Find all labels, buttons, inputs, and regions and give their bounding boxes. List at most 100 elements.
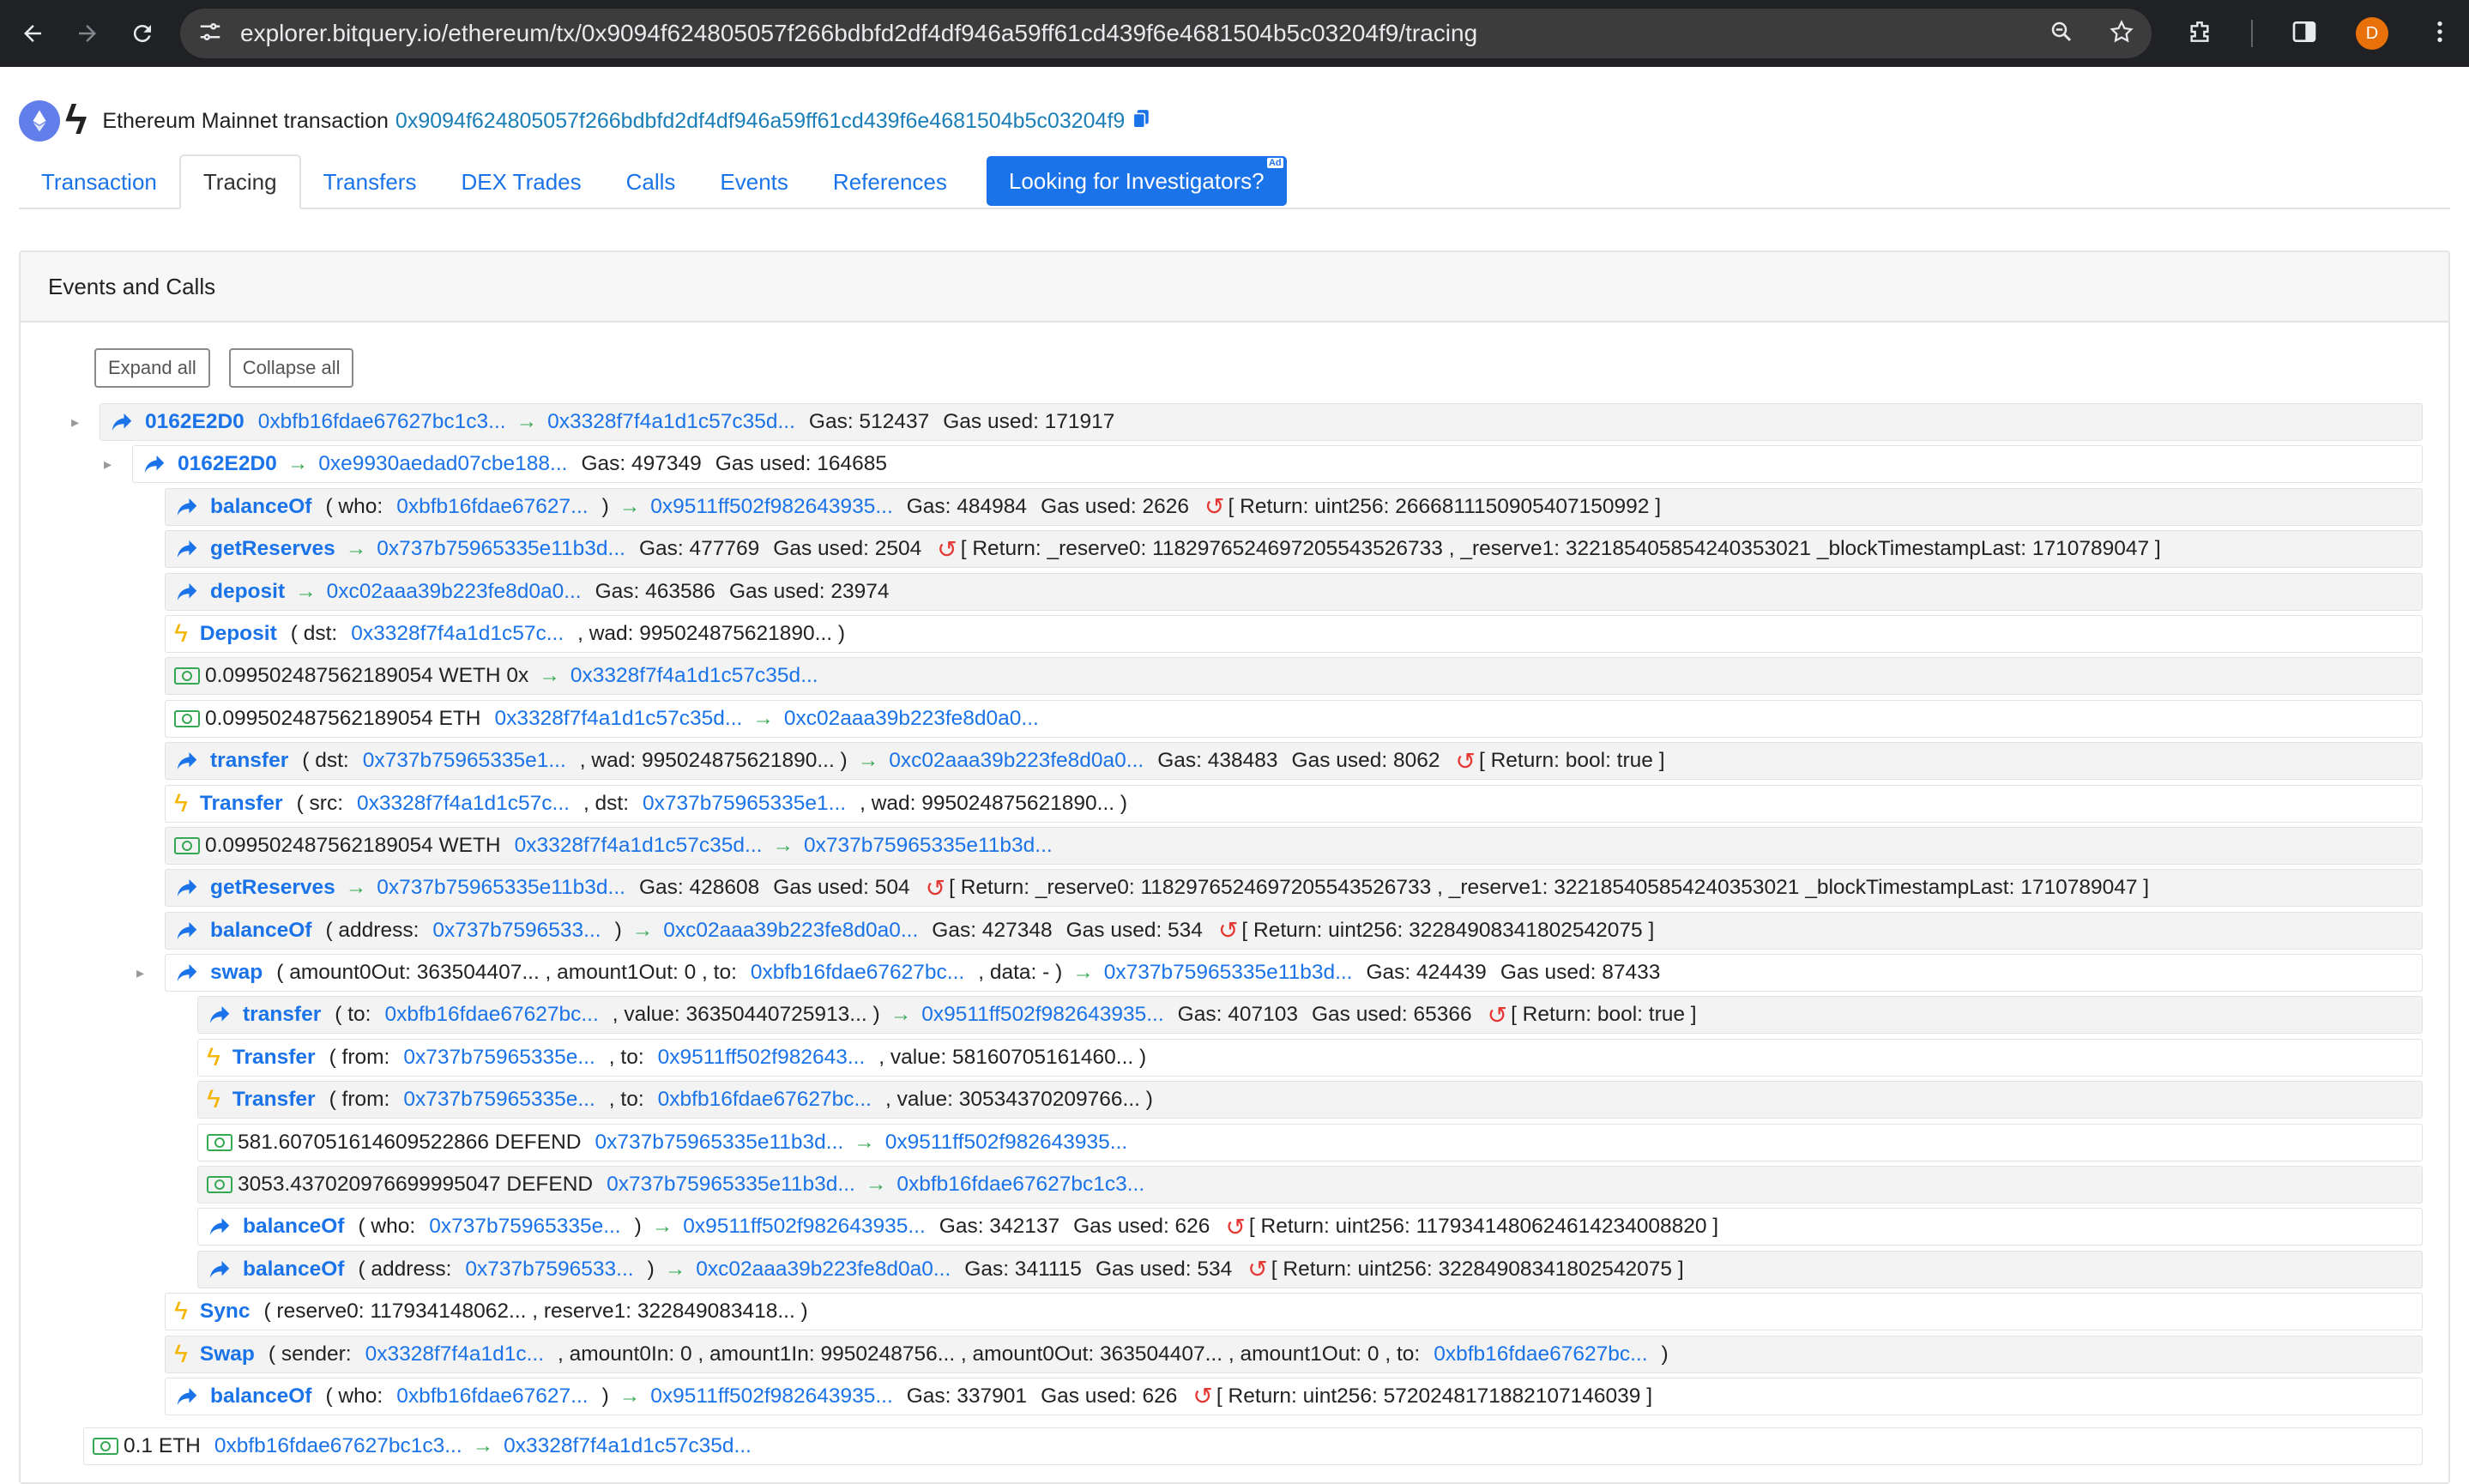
method-name-link[interactable]: balanceOf <box>210 495 311 519</box>
trace-transfer-row[interactable]: 0.099502487562189054 ETH 0x3328f7f4a1d1c5… <box>165 699 2423 738</box>
method-name-link[interactable]: 0162E2D0 <box>178 452 277 476</box>
menu-kebab-icon[interactable] <box>2426 18 2454 50</box>
trace-transfer-row[interactable]: 0.099502487562189054 WETH 0x → 0x3328f7f4a… <box>165 657 2423 696</box>
address-link[interactable]: 0xbfb16fdae67627... <box>396 1384 588 1409</box>
bookmark-star-icon[interactable] <box>2109 19 2134 49</box>
method-name-link[interactable]: transfer <box>243 1003 321 1027</box>
address-link[interactable]: 0x9511ff502f982643935... <box>921 1003 1163 1027</box>
expand-caret-icon[interactable]: ▸ <box>136 964 144 982</box>
address-link[interactable]: 0x9511ff502f982643935... <box>650 1384 892 1409</box>
expand-caret-icon[interactable]: ▸ <box>71 413 79 431</box>
address-link[interactable]: 0xbfb16fdae67627bc1c3... <box>214 1434 462 1458</box>
address-link[interactable]: 0x3328f7f4a1d1c57c... <box>357 792 570 816</box>
transaction-hash-link[interactable]: 0x9094f624805057f266bdbfd2df4df946a59ff6… <box>395 109 1125 134</box>
address-link[interactable]: 0x3328f7f4a1d1c57c35d... <box>495 707 743 731</box>
address-link[interactable]: 0xbfb16fdae67627bc... <box>658 1088 872 1112</box>
address-link[interactable]: 0x3328f7f4a1d1c57c35d... <box>504 1434 752 1458</box>
trace-call-row[interactable]: ▸ 0162E2D0 → 0xe9930aedad07cbe188... Gas: 49… <box>104 445 2423 484</box>
address-link[interactable]: 0x737b75965335e11b3d... <box>377 537 625 561</box>
site-settings-icon[interactable] <box>197 19 223 49</box>
trace-event-row[interactable]: ϟ Transfer ( from: 0x737b75965335e... , to: 0… <box>197 1038 2423 1077</box>
method-name-link[interactable]: swap <box>210 961 263 985</box>
address-link[interactable]: 0xc02aaa39b223fe8d0a0... <box>889 749 1144 773</box>
address-link[interactable]: 0xbfb16fdae67627bc1c3... <box>258 410 506 434</box>
method-name-link[interactable]: balanceOf <box>210 919 311 943</box>
trace-call-row[interactable]: balanceOf ( address: 0x737b7596533...) → 0xc… <box>197 1250 2423 1288</box>
trace-event-row[interactable]: ϟ Sync ( reserve0: 117934148062... , reser… <box>165 1293 2423 1331</box>
trace-call-row[interactable]: balanceOf ( who: 0xbfb16fdae67627...) → 0x95… <box>165 487 2423 526</box>
copy-icon[interactable] <box>1125 109 1150 134</box>
method-name-link[interactable]: Transfer <box>232 1088 316 1112</box>
side-panel-icon[interactable] <box>2291 18 2318 50</box>
method-name-link[interactable]: getReserves <box>210 876 335 900</box>
trace-call-row[interactable]: deposit → 0xc02aaa39b223fe8d0a0... Gas: 463… <box>165 572 2423 611</box>
trace-event-row[interactable]: ϟ Deposit ( dst: 0x3328f7f4a1d1c57c... , wad… <box>165 614 2423 653</box>
method-name-link[interactable]: deposit <box>210 580 285 604</box>
trace-call-row[interactable]: ▸ 0162E2D0 0xbfb16fdae67627bc1c3... → 0x3328… <box>71 403 2423 441</box>
address-link[interactable]: 0xc02aaa39b223fe8d0a0... <box>327 580 582 604</box>
address-link[interactable]: 0x9511ff502f982643935... <box>683 1215 925 1239</box>
zoom-icon[interactable] <box>2049 19 2074 49</box>
trace-event-row[interactable]: ϟ Swap ( sender: 0x3328f7f4a1d1c... , amount… <box>165 1335 2423 1373</box>
method-name-link[interactable]: 0162E2D0 <box>145 410 244 434</box>
address-link[interactable]: 0x3328f7f4a1d1c57c35d... <box>547 410 795 434</box>
address-link[interactable]: 0xbfb16fdae67627bc... <box>751 961 964 985</box>
collapse-all-button[interactable]: Collapse all <box>228 348 354 388</box>
address-link[interactable]: 0x737b75965335e11b3d... <box>607 1173 855 1197</box>
address-link[interactable]: 0x9511ff502f982643... <box>658 1046 866 1070</box>
address-link[interactable]: 0xc02aaa39b223fe8d0a0... <box>696 1258 951 1282</box>
method-name-link[interactable]: Swap <box>200 1342 255 1366</box>
trace-call-row[interactable]: balanceOf ( who: 0x737b75965335e...) → 0x951… <box>197 1208 2423 1246</box>
forward-icon[interactable] <box>70 16 105 51</box>
trace-transfer-row[interactable]: 581.607051614609522866 DEFEND 0x737b75965… <box>197 1123 2423 1161</box>
address-link[interactable]: 0x737b75965335e... <box>429 1215 620 1239</box>
extensions-icon[interactable] <box>2186 18 2213 50</box>
tab-transfers[interactable]: Transfers <box>301 156 439 208</box>
tab-calls[interactable]: Calls <box>604 156 698 208</box>
address-link[interactable]: 0x737b75965335e1... <box>363 749 566 773</box>
address-bar[interactable]: explorer.bitquery.io/ethereum/tx/0x9094f… <box>180 9 2152 58</box>
address-link[interactable]: 0x737b75965335e... <box>403 1088 595 1112</box>
trace-call-row[interactable]: transfer ( to: 0xbfb16fdae67627bc... , valu… <box>197 996 2423 1035</box>
method-name-link[interactable]: Sync <box>200 1300 251 1324</box>
method-name-link[interactable]: Deposit <box>200 622 277 646</box>
address-link[interactable]: 0xbfb16fdae67627bc1c3... <box>896 1173 1144 1197</box>
trace-call-row[interactable]: balanceOf ( who: 0xbfb16fdae67627...) → 0x95… <box>165 1377 2423 1415</box>
address-link[interactable]: 0x737b75965335e11b3d... <box>804 834 1053 858</box>
address-link[interactable]: 0x3328f7f4a1d1c57c35d... <box>515 834 763 858</box>
address-link[interactable]: 0x3328f7f4a1d1c... <box>365 1342 544 1366</box>
method-name-link[interactable]: getReserves <box>210 537 335 561</box>
address-link[interactable]: 0xbfb16fdae67627bc... <box>384 1003 598 1027</box>
trace-call-row[interactable]: getReserves → 0x737b75965335e11b3d... Gas: … <box>165 869 2423 908</box>
trace-call-row[interactable]: transfer ( dst: 0x737b75965335e1... , wad: … <box>165 742 2423 781</box>
address-link[interactable]: 0x737b7596533... <box>465 1258 633 1282</box>
tab-tracing[interactable]: Tracing <box>178 154 301 209</box>
address-link[interactable]: 0x737b75965335e... <box>403 1046 595 1070</box>
address-link[interactable]: 0x737b75965335e11b3d... <box>595 1131 843 1155</box>
trace-event-row[interactable]: ϟ Transfer ( src: 0x3328f7f4a1d1c57c... , ds… <box>165 784 2423 823</box>
url-text[interactable]: explorer.bitquery.io/ethereum/tx/0x9094f… <box>240 20 2049 47</box>
trace-call-row[interactable]: ▸ swap ( amount0Out: 363504407... , amount… <box>136 954 2423 992</box>
tab-events[interactable]: Events <box>697 156 811 208</box>
trace-transfer-row[interactable]: 0.099502487562189054 WETH 0x3328f7f4a1d1c… <box>165 826 2423 865</box>
method-name-link[interactable]: Transfer <box>200 792 283 816</box>
tab-transaction[interactable]: Transaction <box>19 156 179 208</box>
tab-dex-trades[interactable]: DEX Trades <box>438 156 603 208</box>
address-link[interactable]: 0x737b75965335e11b3d... <box>1104 961 1353 985</box>
address-link[interactable]: 0x3328f7f4a1d1c57c35d... <box>570 664 818 688</box>
trace-call-row[interactable]: getReserves → 0x737b75965335e11b3d... Gas: … <box>165 530 2423 569</box>
method-name-link[interactable]: balanceOf <box>243 1258 344 1282</box>
address-link[interactable]: 0x737b75965335e1... <box>643 792 846 816</box>
method-name-link[interactable]: balanceOf <box>210 1384 311 1409</box>
investigators-ad-button[interactable]: Looking for Investigators? Ad <box>986 156 1287 206</box>
address-link[interactable]: 0xc02aaa39b223fe8d0a0... <box>663 919 918 943</box>
address-link[interactable]: 0x9511ff502f982643935... <box>885 1131 1127 1155</box>
trace-transfer-row[interactable]: 3053.437020976699995047 DEFEND 0x737b7596… <box>197 1166 2423 1204</box>
trace-call-row[interactable]: balanceOf ( address: 0x737b7596533...) → 0xc… <box>165 911 2423 950</box>
address-link[interactable]: 0xc02aaa39b223fe8d0a0... <box>784 707 1039 731</box>
address-link[interactable]: 0xe9930aedad07cbe188... <box>318 452 567 476</box>
method-name-link[interactable]: Transfer <box>232 1046 316 1070</box>
back-icon[interactable] <box>15 16 50 51</box>
address-link[interactable]: 0x3328f7f4a1d1c57c... <box>351 622 564 646</box>
trace-event-row[interactable]: ϟ Transfer ( from: 0x737b75965335e... , to: 0… <box>197 1081 2423 1119</box>
